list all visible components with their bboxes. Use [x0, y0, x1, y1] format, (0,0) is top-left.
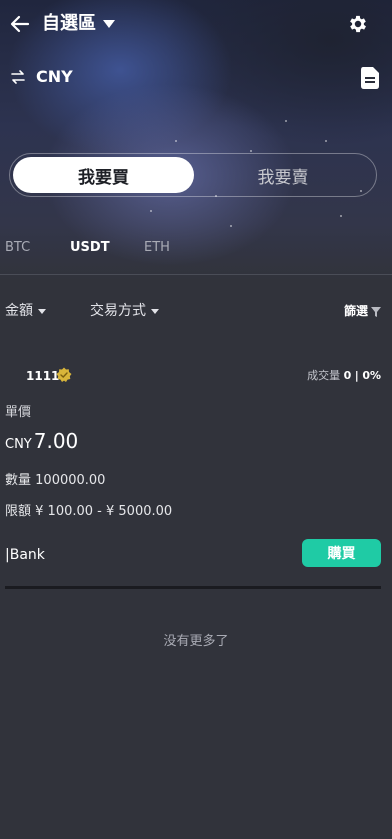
- amount-filter-label: 金額: [5, 303, 33, 319]
- merchant-name[interactable]: 1111: [26, 368, 59, 384]
- limit-label: 限額: [5, 504, 32, 519]
- listing-card: 1111 成交量 0 | 0% 單價 CNY 7.00 數量 100000.00 …: [0, 360, 392, 590]
- buy-tab[interactable]: 我要買: [13, 157, 194, 193]
- tab-usdt[interactable]: USDT: [70, 240, 110, 256]
- caret-down-icon: [38, 308, 46, 314]
- volume-rate: 0%: [362, 369, 381, 382]
- volume-value: 0: [343, 369, 352, 382]
- quantity-value: 100000.00: [35, 473, 106, 488]
- quantity-label: 數量: [5, 473, 32, 488]
- verified-badge-icon: [56, 367, 72, 382]
- buy-button[interactable]: 購買: [302, 539, 381, 567]
- price-value: 7.00: [33, 429, 79, 453]
- price: CNY 7.00: [5, 430, 78, 456]
- payment-filter-label: 交易方式: [90, 303, 146, 319]
- limit-value: ¥ 100.00 - ¥ 5000.00: [35, 504, 173, 519]
- currency-selector[interactable]: CNY: [36, 67, 73, 87]
- trade-volume: 成交量 0 | 0%: [307, 368, 381, 384]
- payment-method: |Bank: [5, 547, 45, 563]
- volume-separator: |: [354, 369, 359, 382]
- screen-filter-button[interactable]: 篩選: [344, 303, 381, 319]
- gear-icon[interactable]: [347, 13, 369, 35]
- swap-icon[interactable]: [10, 69, 26, 85]
- funnel-icon: [371, 306, 381, 317]
- divider: [0, 274, 392, 275]
- tab-btc[interactable]: BTC: [5, 240, 30, 256]
- sell-tab[interactable]: 我要賣: [210, 157, 356, 193]
- tab-eth[interactable]: ETH: [144, 240, 170, 256]
- volume-label: 成交量: [307, 369, 341, 382]
- page-title[interactable]: 自選區: [42, 13, 96, 35]
- currency-row: CNY: [0, 62, 392, 94]
- card-divider: [5, 586, 381, 589]
- filter-bar: 金額 交易方式 篩選: [0, 298, 392, 324]
- coin-tabs: BTC USDT ETH: [0, 236, 392, 262]
- screen-filter-label: 篩選: [343, 304, 368, 318]
- back-arrow-icon[interactable]: [10, 13, 30, 35]
- trade-direction-toggle: 我要買 我要賣: [9, 153, 377, 197]
- unit-price-label: 單價: [5, 405, 32, 420]
- caret-down-icon: [151, 308, 159, 314]
- amount-filter[interactable]: 金額: [5, 302, 46, 320]
- caret-down-icon[interactable]: [102, 18, 116, 30]
- quantity: 數量 100000.00: [5, 473, 105, 489]
- limit: 限額 ¥ 100.00 - ¥ 5000.00: [5, 504, 172, 520]
- price-currency: CNY: [5, 437, 32, 452]
- payment-filter[interactable]: 交易方式: [90, 302, 159, 320]
- top-bar: 自選區: [0, 0, 392, 50]
- document-icon[interactable]: [360, 66, 380, 90]
- end-of-list-text: 没有更多了: [163, 634, 229, 649]
